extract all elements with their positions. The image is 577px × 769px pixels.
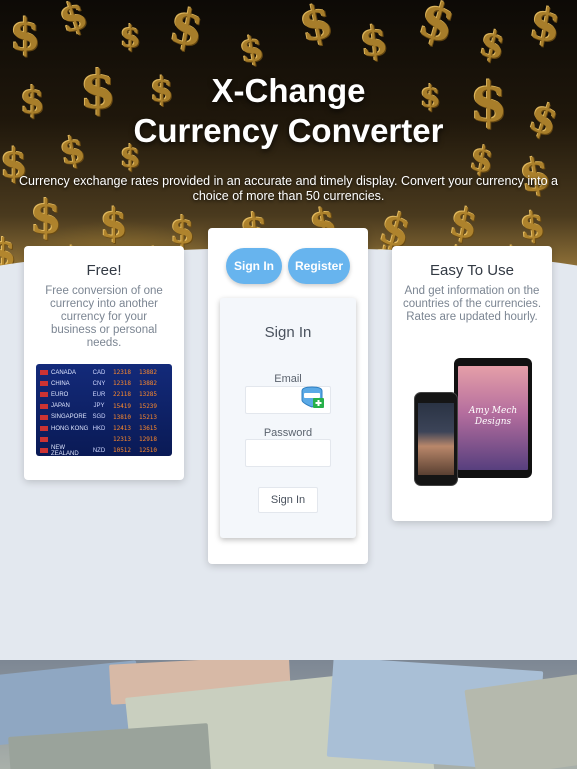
register-tab-button[interactable]: Register: [288, 248, 350, 284]
tablet-screen: Amy Mech Designs: [458, 366, 528, 470]
board-rate-sell: 13882: [138, 369, 158, 377]
board-rate-sell: 15239: [138, 402, 158, 410]
board-rate-buy: 12313: [112, 436, 132, 444]
board-rate-buy: 15419: [112, 402, 132, 410]
free-card-title: Free!: [86, 262, 122, 279]
flag-icon: [40, 392, 48, 398]
password-label: Password: [263, 427, 313, 439]
board-rate-sell: 13285: [138, 391, 158, 399]
board-row: EURO EUR 22118 13285: [40, 389, 168, 400]
signin-form-title: Sign In: [264, 324, 312, 341]
dollar-sign-icon: $: [475, 21, 510, 69]
board-code: EUR: [92, 391, 106, 398]
hero-subtitle: Currency exchange rates provided in an a…: [19, 174, 558, 203]
board-rate-sell: 13615: [138, 425, 158, 433]
easy-card-title: Easy To Use: [430, 262, 514, 279]
easy-card-description: And get information on the countries of …: [402, 285, 542, 323]
board-country: SINGAPORE: [51, 414, 87, 421]
board-code: HKD: [92, 425, 106, 432]
signin-form: Sign In Email Password Sign In: [220, 298, 356, 538]
dollar-sign-icon: $: [236, 28, 267, 72]
board-country: CANADA: [51, 369, 77, 376]
board-country: CHINA: [51, 380, 70, 387]
flag-icon: [40, 381, 48, 387]
board-country: NEW ZEALAND: [51, 444, 79, 456]
board-rate-buy: 13810: [112, 413, 132, 421]
board-row: 12313 12918: [40, 434, 168, 445]
banknotes-image: [0, 660, 577, 769]
board-rate-buy: 12413: [112, 425, 132, 433]
phone-screen: [418, 403, 454, 475]
hero-title-line1: X-Change: [211, 72, 366, 109]
dollar-sign-icon: $: [53, 0, 93, 42]
board-row: NEW ZEALAND NZD 10512 12510: [40, 445, 168, 456]
dollar-sign-icon: $: [294, 0, 338, 53]
board-country: JAPAN: [51, 403, 70, 410]
password-manager-icon[interactable]: [299, 385, 325, 411]
tablet-image: Amy Mech Designs: [454, 358, 532, 478]
auth-card: Sign In Register Sign In Email Password …: [208, 228, 368, 564]
signin-tab-button[interactable]: Sign In: [226, 248, 282, 284]
board-rate-sell: 13882: [138, 380, 158, 388]
dollar-sign-icon: $: [525, 0, 565, 54]
devices-image: Amy Mech Designs: [412, 356, 532, 488]
board-code: JPY: [93, 403, 105, 410]
hero-title-line2: Currency Converter: [133, 112, 444, 149]
currency-board-image: CANADA CAD 12318 13882 CHINA CNY 12318 13882 EUR…: [36, 364, 172, 456]
board-code: CNY: [92, 380, 106, 387]
flag-icon: [40, 448, 48, 454]
dollar-sign-icon: $: [10, 10, 41, 61]
free-card-description: Free conversion of one currency into ano…: [45, 285, 163, 349]
dollar-sign-icon: $: [412, 0, 463, 55]
board-rate-buy: 22118: [112, 391, 132, 399]
flag-icon: [40, 370, 48, 376]
dollar-sign-icon: $: [357, 16, 391, 67]
flag-icon: [40, 403, 48, 409]
dollar-sign-icon: $: [120, 20, 141, 55]
flag-icon: [40, 426, 48, 432]
board-rate-buy: 12318: [112, 380, 132, 388]
easy-card: Easy To Use And get information on the c…: [392, 246, 552, 521]
board-rate-buy: 12318: [112, 369, 132, 377]
dollar-sign-icon: $: [100, 200, 128, 247]
dollar-sign-icon: $: [165, 0, 209, 59]
board-code: SGD: [92, 414, 106, 421]
tablet-text-line2: Designs: [474, 417, 512, 427]
signin-submit-button[interactable]: Sign In: [258, 487, 318, 513]
email-label: Email: [274, 373, 302, 385]
board-row: CHINA CNY 12318 13882: [40, 378, 168, 389]
board-code: CAD: [92, 369, 106, 376]
board-rate-sell: 15213: [138, 413, 158, 421]
board-code: NZD: [92, 447, 106, 454]
board-rate-sell: 12510: [138, 447, 158, 455]
board-rate-sell: 12918: [138, 436, 158, 444]
board-row: CANADA CAD 12318 13882: [40, 367, 168, 378]
phone-image: [414, 392, 458, 486]
board-row: SINGAPORE SGD 13810 15213: [40, 412, 168, 423]
board-row: JAPAN JPY 15419 15239: [40, 401, 168, 412]
password-field[interactable]: [245, 439, 331, 467]
board-rate-buy: 10512: [112, 447, 132, 455]
board-country: EURO: [51, 391, 69, 398]
board-row: HONG KONG HKD 12413 13615: [40, 423, 168, 434]
board-country: HONG KONG: [51, 425, 89, 432]
flag-icon: [40, 437, 48, 443]
free-card: Free! Free conversion of one currency in…: [24, 246, 184, 480]
flag-icon: [40, 414, 48, 420]
tablet-text-line1: Amy Mech: [468, 406, 518, 416]
